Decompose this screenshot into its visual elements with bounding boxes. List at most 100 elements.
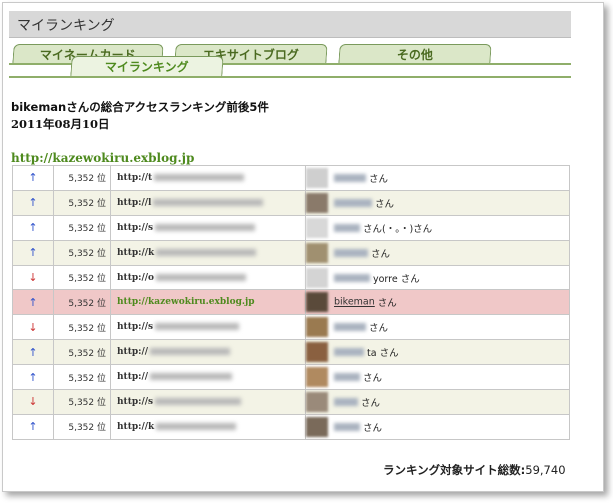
- user-cell: さん: [305, 165, 570, 191]
- table-row: ↑ 5,352 位 http:// さん: [12, 364, 570, 391]
- table-row: ↑ 5,352 位 http://l さん: [12, 189, 570, 216]
- redacted-url: [156, 248, 257, 256]
- avatar[interactable]: [306, 167, 328, 188]
- arrow-up-icon: ↑: [12, 339, 54, 366]
- table-row: ↑ 5,352 位 http://k さん: [12, 239, 570, 266]
- redacted-user-name[interactable]: [334, 173, 366, 182]
- blog-url-text[interactable]: http://s: [117, 223, 153, 233]
- total-value: 59,740: [525, 463, 566, 477]
- avatar[interactable]: [306, 192, 328, 213]
- blog-url-link[interactable]: http://: [110, 364, 306, 391]
- user-name-link[interactable]: bikeman: [334, 297, 375, 308]
- redacted-url: [155, 223, 256, 231]
- honorific-text: さん: [363, 373, 383, 385]
- rank-cell: 5,352 位: [53, 264, 111, 291]
- tab-my-ranking[interactable]: マイランキング: [70, 56, 224, 76]
- table-row: ↓ 5,352 位 http://o yorre さん: [12, 264, 570, 291]
- blog-url-text[interactable]: http://t: [117, 173, 152, 183]
- blog-url-text[interactable]: http://o: [117, 273, 154, 283]
- blog-url-link[interactable]: http://s: [110, 314, 306, 341]
- blog-url-text[interactable]: http://: [117, 372, 148, 382]
- blog-url-link[interactable]: http://k: [110, 239, 306, 266]
- table-row: ↑ 5,352 位 http://s さん(・。・)さん: [12, 214, 570, 241]
- blog-url-text[interactable]: http://: [117, 347, 148, 357]
- blog-url-text[interactable]: http://k: [117, 422, 154, 432]
- blog-url-link[interactable]: http://: [110, 339, 306, 366]
- avatar[interactable]: [306, 367, 328, 388]
- user-cell: さん: [305, 189, 570, 216]
- table-row: ↑ 5,352 位 http:// ta さん: [12, 339, 570, 366]
- honorific-text: さん: [375, 198, 395, 210]
- arrow-up-icon: ↑: [12, 413, 54, 440]
- user-cell: さん: [305, 239, 570, 266]
- avatar[interactable]: [306, 292, 328, 313]
- redacted-url: [156, 422, 237, 430]
- avatar[interactable]: [306, 342, 328, 363]
- rank-cell: 5,352 位: [53, 314, 111, 341]
- ranking-table: ↑ 5,352 位 http://t さん ↑ 5,352 位 http://l さん ↑ 5,3…: [12, 165, 570, 440]
- total-sites: ランキング対象サイト総数:59,740: [383, 462, 566, 478]
- rank-cell: 5,352 位: [53, 289, 111, 316]
- blog-url-link[interactable]: http://s: [110, 389, 306, 415]
- blog-url-link[interactable]: http://s: [110, 214, 306, 241]
- arrow-up-icon: ↑: [12, 165, 54, 191]
- redacted-url: [154, 173, 245, 181]
- ranking-heading: bikemanさんの総合アクセスランキング前後5件: [11, 100, 269, 114]
- blog-url-link[interactable]: http://kazewokiru.exblog.jp: [110, 289, 306, 316]
- avatar[interactable]: [306, 391, 328, 412]
- tab-other[interactable]: その他: [338, 44, 492, 64]
- arrow-up-icon: ↑: [12, 364, 54, 391]
- title-bar: マイランキング: [9, 11, 571, 38]
- blog-url-text[interactable]: http://l: [117, 198, 151, 208]
- arrow-down-icon: ↓: [12, 264, 54, 291]
- redacted-url: [156, 273, 247, 281]
- redacted-user-name[interactable]: [334, 422, 360, 431]
- total-label: ランキング対象サイト総数:: [383, 463, 526, 477]
- honorific-text: さん: [369, 323, 389, 335]
- honorific-text: さん: [377, 298, 397, 310]
- redacted-url: [155, 323, 240, 331]
- redacted-user-name[interactable]: [334, 273, 370, 282]
- blog-url-text[interactable]: http://k: [117, 248, 154, 258]
- redacted-user-name[interactable]: [334, 223, 360, 232]
- avatar[interactable]: [306, 416, 328, 437]
- redacted-user-name[interactable]: [334, 397, 358, 406]
- honorific-text: yorre さん: [373, 273, 420, 285]
- avatar[interactable]: [306, 317, 328, 338]
- user-cell: bikeman さん: [305, 289, 570, 316]
- redacted-url: [150, 348, 231, 356]
- site-url[interactable]: http://kazewokiru.exblog.jp: [11, 151, 194, 165]
- arrow-up-icon: ↑: [12, 189, 54, 216]
- arrow-down-icon: ↓: [12, 314, 54, 341]
- blog-url-text[interactable]: http://s: [117, 322, 153, 332]
- redacted-user-name[interactable]: [334, 373, 360, 382]
- table-row: ↑ 5,352 位 http://kazewokiru.exblog.jp bikem…: [12, 289, 570, 316]
- redacted-url: [155, 397, 242, 405]
- blog-url-link[interactable]: http://l: [110, 189, 306, 216]
- avatar[interactable]: [306, 242, 328, 263]
- rank-cell: 5,352 位: [53, 389, 111, 415]
- blog-url-text[interactable]: http://kazewokiru.exblog.jp: [117, 297, 255, 307]
- user-cell: さん(・。・)さん: [305, 214, 570, 241]
- rank-cell: 5,352 位: [53, 239, 111, 266]
- user-cell: さん: [305, 314, 570, 341]
- blog-url-link[interactable]: http://o: [110, 264, 306, 291]
- user-cell: さん: [305, 389, 570, 415]
- arrow-up-icon: ↑: [12, 239, 54, 266]
- arrow-up-icon: ↑: [12, 289, 54, 316]
- honorific-text: さん: [361, 397, 381, 409]
- rank-cell: 5,352 位: [53, 413, 111, 440]
- rank-cell: 5,352 位: [53, 189, 111, 216]
- ranking-date: 2011年08月10日: [11, 117, 110, 131]
- redacted-user-name[interactable]: [334, 248, 368, 257]
- blog-url-link[interactable]: http://k: [110, 413, 306, 440]
- rank-cell: 5,352 位: [53, 339, 111, 366]
- arrow-down-icon: ↓: [12, 389, 54, 415]
- avatar[interactable]: [306, 267, 328, 288]
- blog-url-text[interactable]: http://s: [117, 397, 153, 407]
- redacted-user-name[interactable]: [334, 323, 366, 332]
- avatar[interactable]: [306, 217, 328, 238]
- redacted-user-name[interactable]: [334, 348, 364, 357]
- blog-url-link[interactable]: http://t: [110, 165, 306, 191]
- redacted-user-name[interactable]: [334, 198, 372, 207]
